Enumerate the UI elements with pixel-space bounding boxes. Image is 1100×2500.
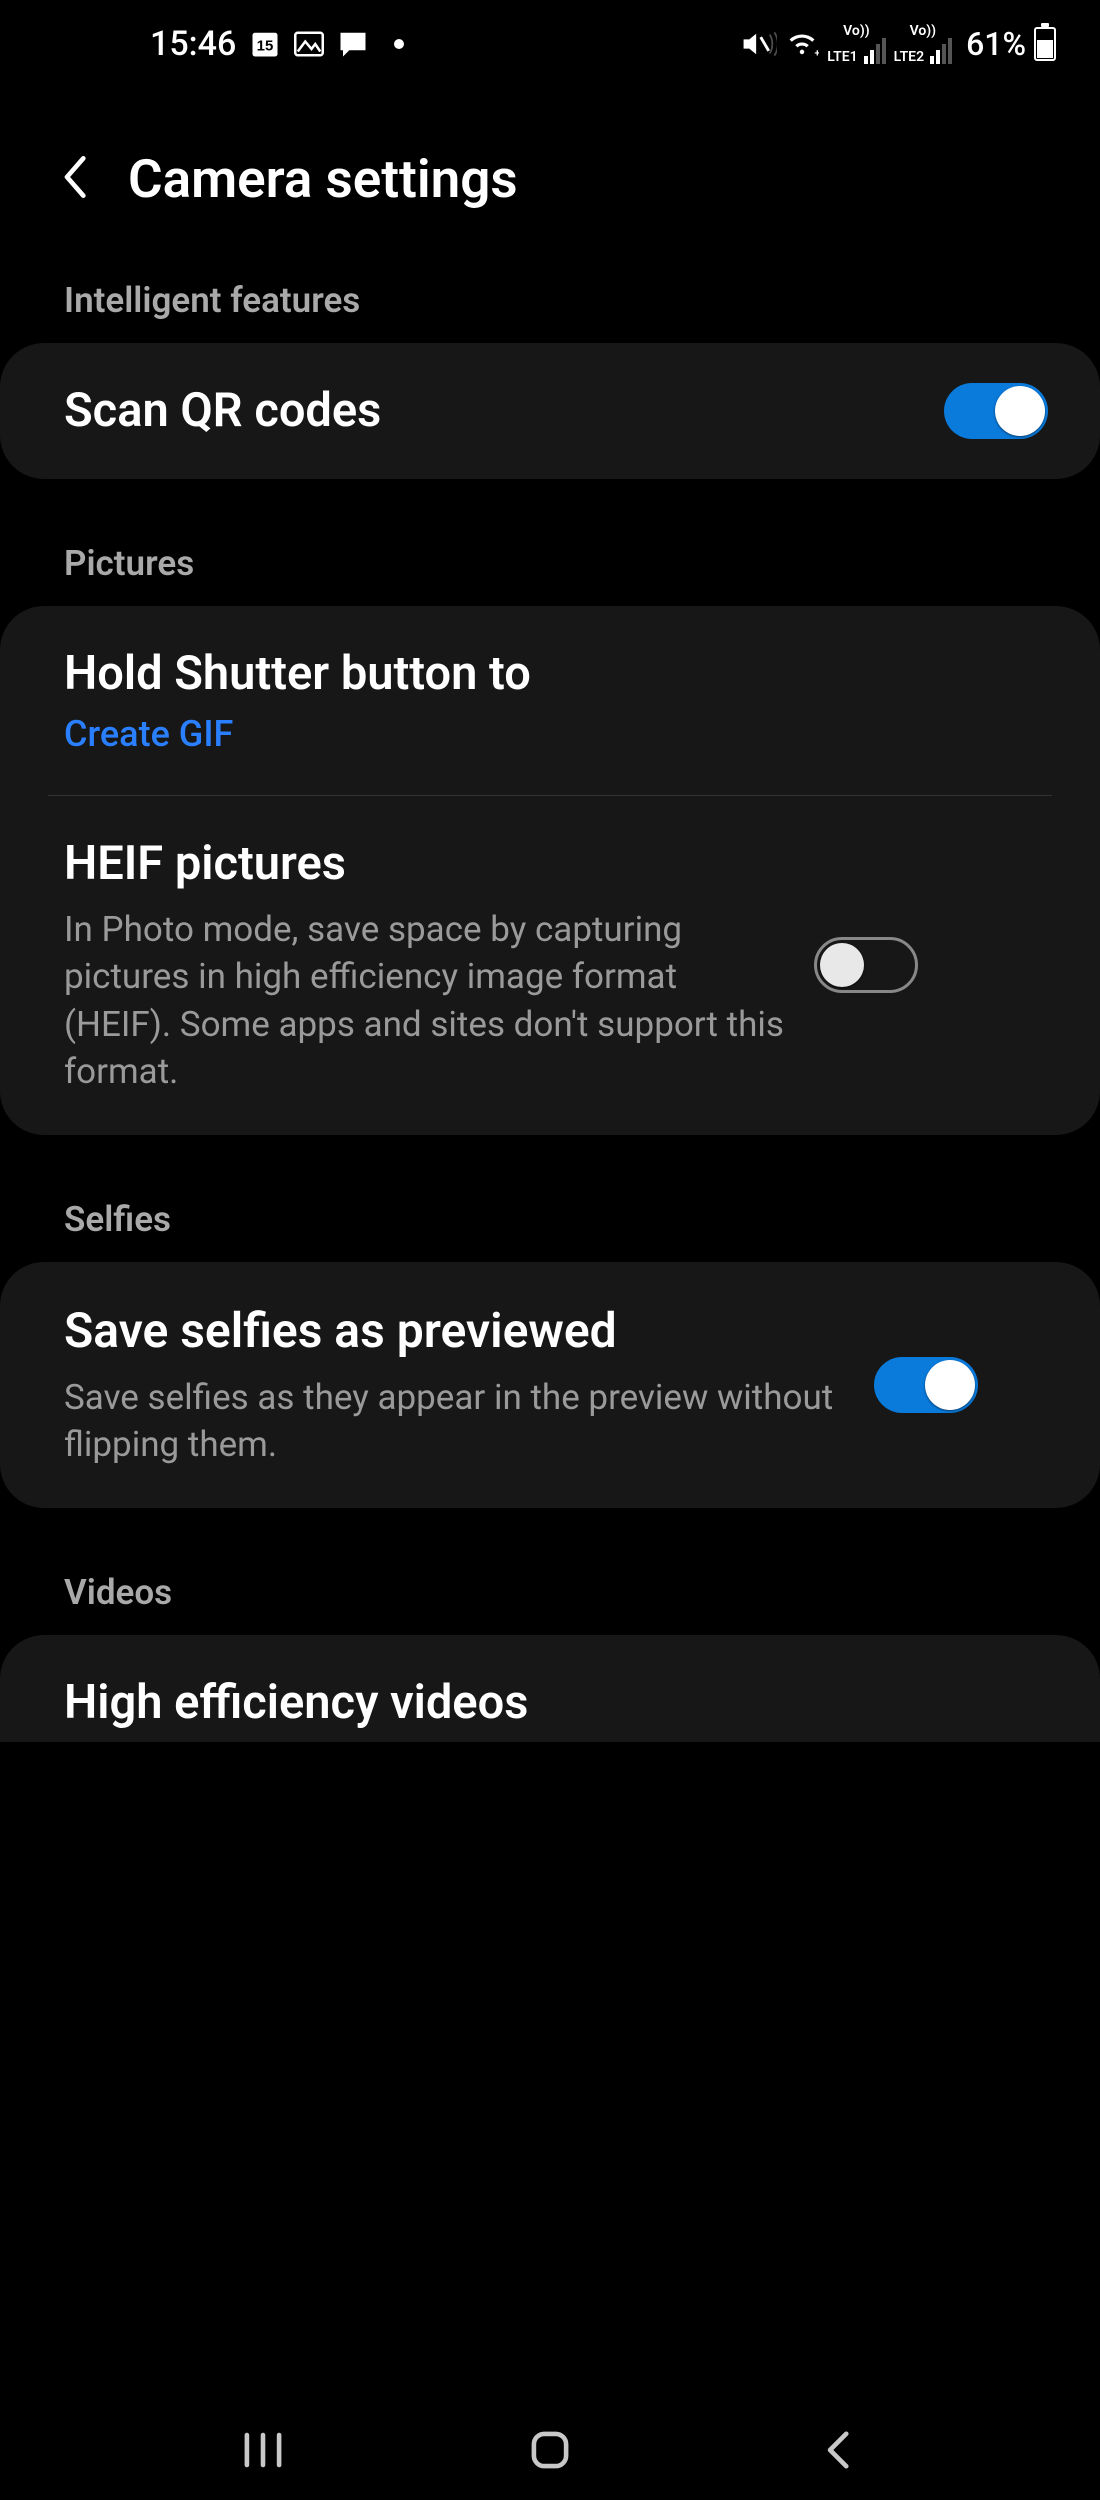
sim1-signal: Vo)) LTE1 [827, 24, 885, 64]
status-time: 15:46 [150, 24, 236, 64]
row-value: Create GIF [64, 713, 1048, 755]
message-icon [338, 30, 368, 58]
vibrate-mute-icon [739, 29, 777, 59]
nav-recents-button[interactable] [223, 2420, 303, 2480]
page-title: Camera settings [128, 148, 518, 210]
home-icon [527, 2427, 573, 2473]
row-scan-qr-codes[interactable]: Scan QR codes [0, 343, 1100, 479]
nav-back-button[interactable] [797, 2420, 877, 2480]
battery-icon [1034, 27, 1056, 61]
android-nav-bar [0, 2400, 1100, 2500]
toggle-heif-pictures[interactable] [814, 937, 918, 993]
section-pictures: Pictures [0, 543, 1100, 606]
row-title: Hold Shutter button to [64, 646, 1048, 702]
section-selfies: Selfies [0, 1199, 1100, 1262]
row-description: In Photo mode, save space by capturing p… [64, 906, 784, 1095]
back-button[interactable] [60, 153, 88, 205]
recents-icon [240, 2430, 286, 2470]
nav-home-button[interactable] [510, 2420, 590, 2480]
row-title: High efficiency videos [64, 1675, 1048, 1731]
status-bar: 15:46 15 + Vo)) LTE1 [0, 0, 1100, 88]
section-intelligent-features: Intelligent features [0, 280, 1100, 343]
row-description: Save selfies as they appear in the previ… [64, 1374, 844, 1469]
row-high-efficiency-videos[interactable]: High efficiency videos [0, 1635, 1100, 1741]
row-title: Save selfies as previewed [64, 1302, 844, 1360]
sim2-signal: Vo)) LTE2 [894, 24, 952, 64]
svg-text:+: + [815, 48, 820, 57]
row-save-selfies-previewed[interactable]: Save selfies as previewed Save selfies a… [0, 1262, 1100, 1508]
battery-percent: 61% [966, 25, 1026, 63]
row-title: Scan QR codes [64, 383, 914, 439]
row-title: HEIF pictures [64, 836, 784, 892]
chevron-left-icon [819, 2428, 855, 2472]
wifi-icon: + [785, 31, 819, 57]
section-videos: Videos [0, 1572, 1100, 1635]
row-heif-pictures[interactable]: HEIF pictures In Photo mode, save space … [48, 795, 1052, 1135]
chevron-left-icon [60, 153, 88, 201]
picture-icon [294, 31, 324, 57]
svg-text:15: 15 [257, 37, 274, 54]
calendar-icon: 15 [250, 29, 280, 59]
more-notifications-dot [394, 39, 404, 49]
toggle-save-selfies-previewed[interactable] [874, 1357, 978, 1413]
toggle-scan-qr-codes[interactable] [944, 383, 1048, 439]
row-hold-shutter[interactable]: Hold Shutter button to Create GIF [0, 606, 1100, 794]
header: Camera settings [0, 88, 1100, 280]
